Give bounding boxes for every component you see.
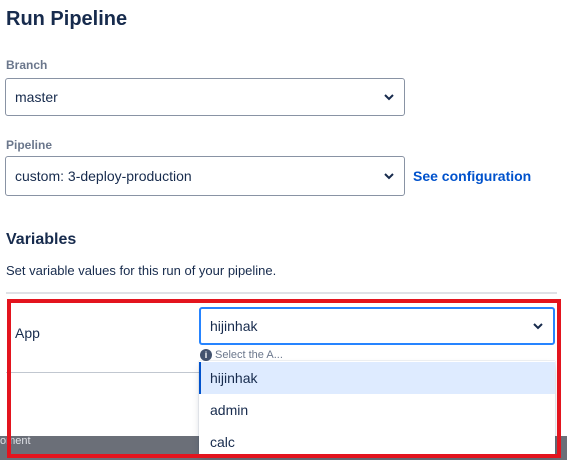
variables-description: Set variable values for this run of your… xyxy=(6,263,277,278)
pipeline-label: Pipeline xyxy=(6,138,53,152)
branch-select-value: master xyxy=(15,89,58,105)
page-title: Run Pipeline xyxy=(6,8,128,30)
pipeline-select-value: custom: 3-deploy-production xyxy=(15,168,192,184)
branch-label: Branch xyxy=(6,58,48,72)
section-divider xyxy=(6,292,557,294)
annotation-highlight-box xyxy=(7,299,561,458)
see-configuration-link[interactable]: See configuration xyxy=(413,168,531,184)
variables-heading: Variables xyxy=(6,231,77,248)
chevron-down-icon xyxy=(383,91,395,103)
pipeline-select[interactable]: custom: 3-deploy-production xyxy=(5,156,405,196)
chevron-down-icon xyxy=(383,170,395,182)
branch-select[interactable]: master xyxy=(5,78,405,116)
